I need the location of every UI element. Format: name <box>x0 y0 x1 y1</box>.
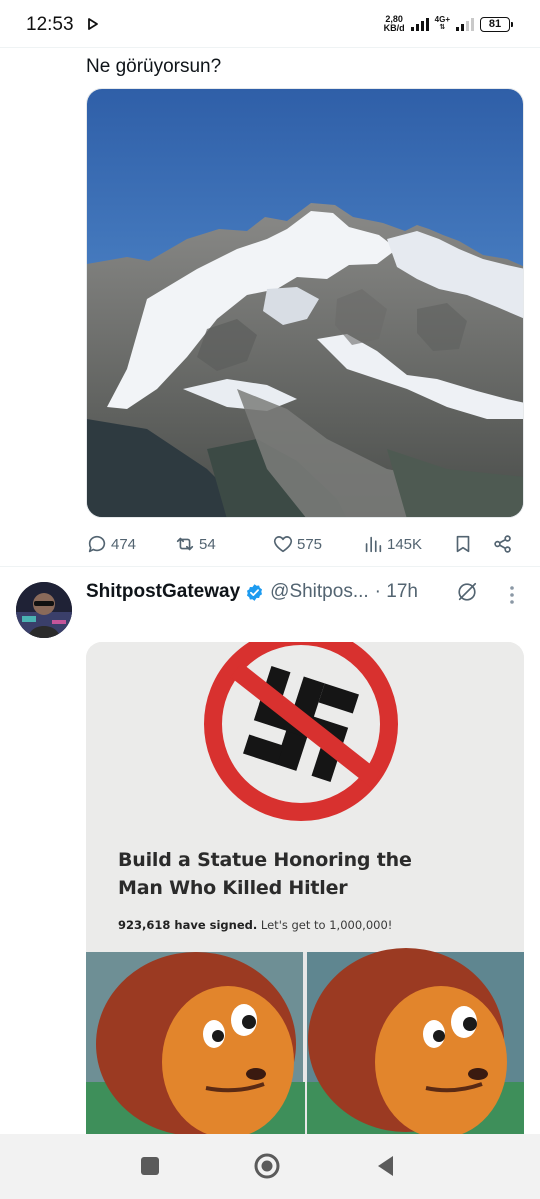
back-button[interactable] <box>372 1152 400 1180</box>
data-arrows-icon: ⇅ <box>439 24 446 31</box>
signal-2-icon <box>456 17 474 31</box>
user-handle[interactable]: @Shitpos... <box>270 581 369 603</box>
status-bar: 12:53 2,80 KB/d 4G+ ⇅ 81 <box>0 0 540 48</box>
like-count: 575 <box>297 535 323 553</box>
heart-icon <box>273 536 293 553</box>
status-time: 12:53 <box>26 14 74 35</box>
play-notification-icon <box>88 18 98 30</box>
network-type: 4G+ ⇅ <box>435 16 450 32</box>
status-indicators: 2,80 KB/d 4G+ ⇅ 81 <box>384 12 513 36</box>
repost-count: 54 <box>199 535 216 553</box>
verified-badge-icon <box>247 583 263 601</box>
network-type-label: 4G+ <box>434 15 450 24</box>
battery-icon: 81 <box>480 16 513 32</box>
petition-title: Build a Statue Honoring the Man Who Kill… <box>118 849 412 899</box>
tweet-image-meme[interactable]: Build a Statue Honoring the Man Who Kill… <box>86 642 524 1134</box>
net-speed-unit: KB/d <box>383 23 405 33</box>
display-name[interactable]: ShitpostGateway <box>86 581 240 603</box>
avatar[interactable] <box>16 582 72 638</box>
bookmark-button[interactable] <box>452 532 474 556</box>
recent-apps-button[interactable] <box>136 1152 164 1180</box>
system-nav-bar <box>0 1134 540 1199</box>
divider <box>0 47 540 48</box>
puppet-meme-panels <box>86 948 524 1134</box>
views-button[interactable]: 145K <box>362 532 422 556</box>
more-options-icon[interactable] <box>506 584 518 606</box>
signal-1-icon <box>410 17 429 31</box>
goal-text: Let's get to 1,000,000! <box>260 918 393 932</box>
petition-count: 923,618 have signed. Let's get to 1,000,… <box>118 918 392 932</box>
reply-count: 474 <box>111 535 137 553</box>
views-count: 145K <box>387 535 423 553</box>
tweet-image-mountain[interactable] <box>86 88 524 518</box>
views-chart-icon <box>365 536 382 553</box>
tweet-text: Ne görüyorsun? <box>86 56 222 77</box>
home-button[interactable] <box>253 1152 281 1180</box>
grok-icon[interactable] <box>456 581 478 603</box>
like-button[interactable]: 575 <box>272 532 322 556</box>
share-icon <box>494 535 511 553</box>
signed-count: 923,618 have signed. <box>118 918 258 932</box>
reply-icon <box>88 535 106 553</box>
bookmark-icon <box>456 535 470 553</box>
net-speed: 2,80 KB/d <box>384 15 405 33</box>
tweet-actions: 474 54 575 145K <box>86 532 526 556</box>
share-button[interactable] <box>492 532 514 556</box>
reply-button[interactable]: 474 <box>86 532 136 556</box>
divider <box>0 566 540 567</box>
tweet-time[interactable]: · 17h <box>375 581 418 603</box>
tweet-header: ShitpostGateway @Shitpos... · 17h <box>86 578 418 606</box>
repost-button[interactable]: 54 <box>174 532 216 556</box>
repost-icon <box>176 537 194 551</box>
